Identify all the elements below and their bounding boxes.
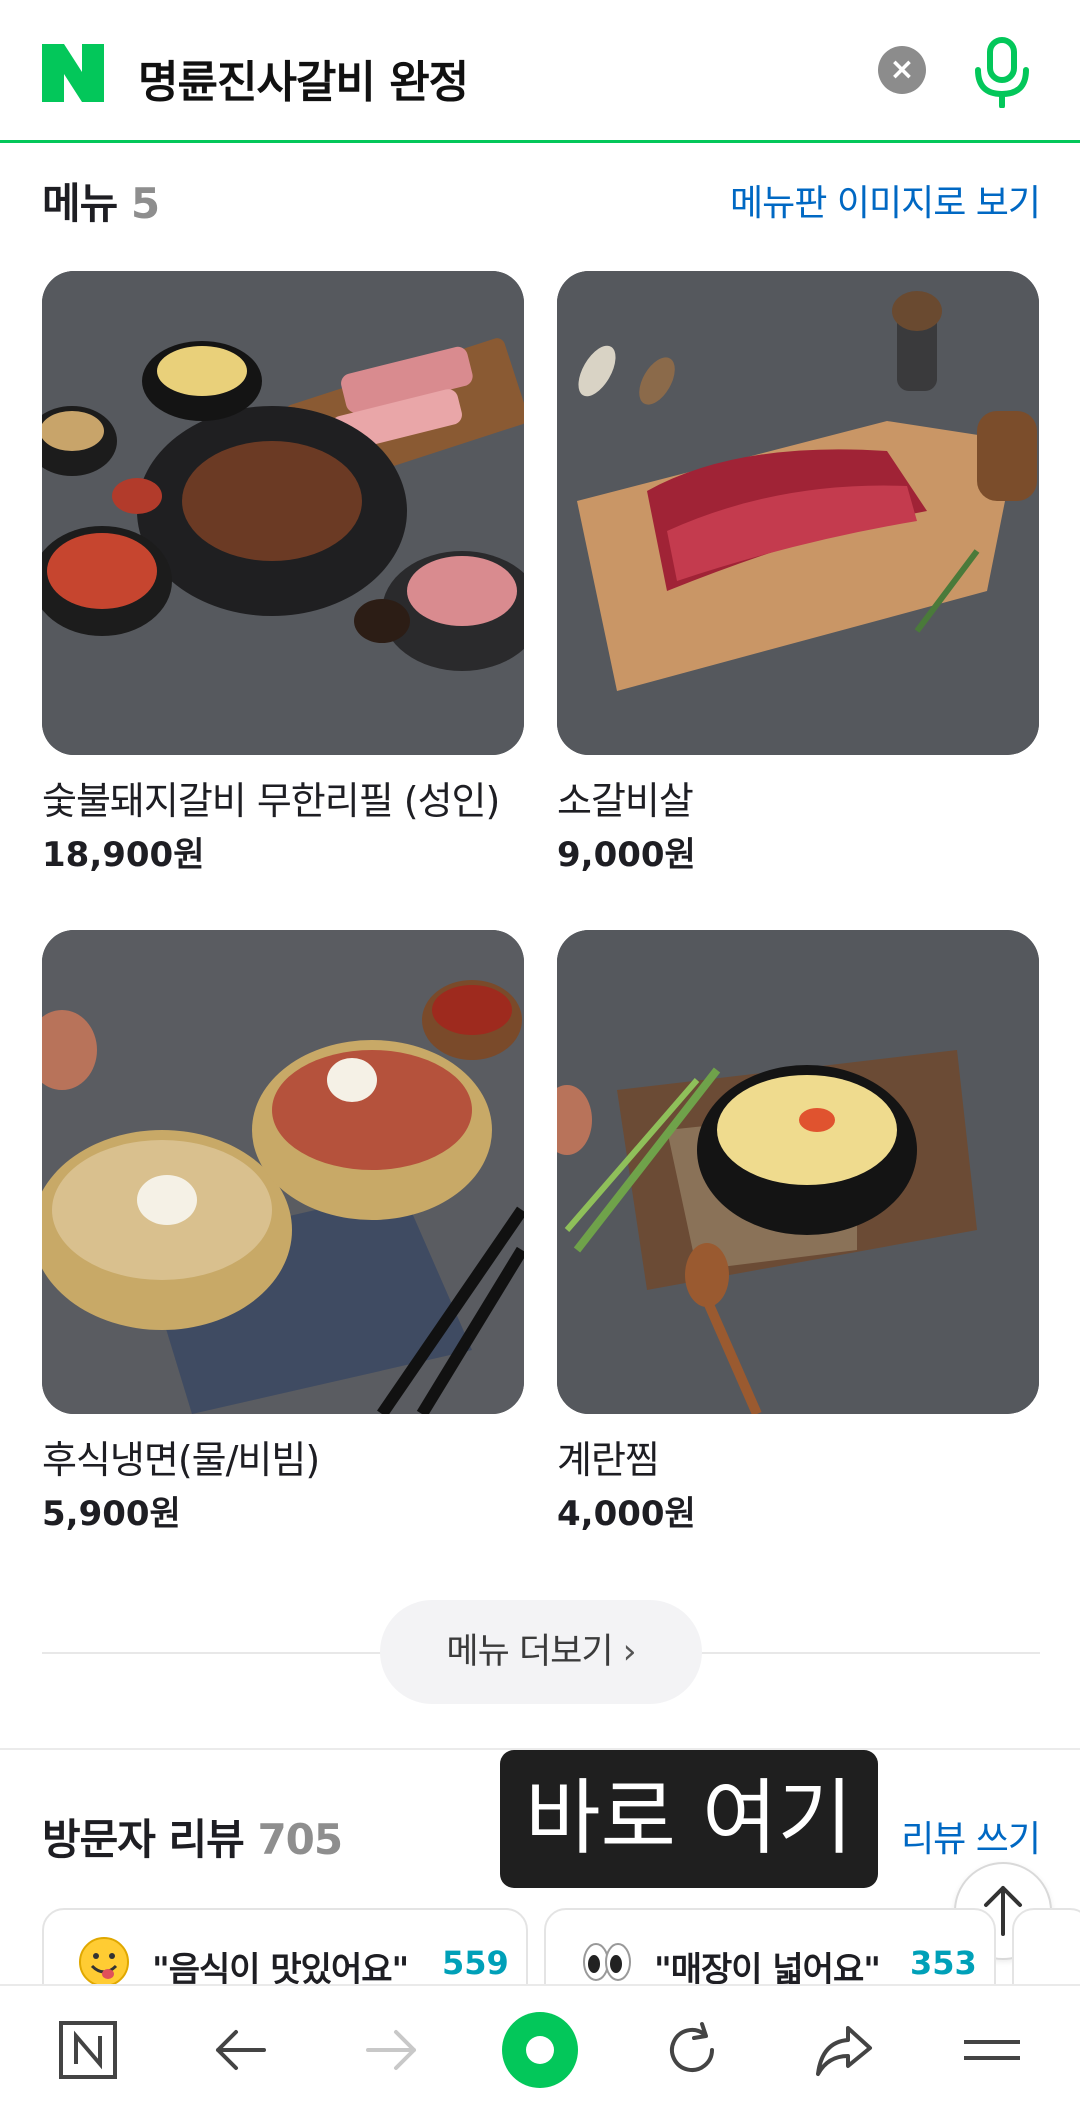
menu-item-price: 4,000원 (557, 1494, 696, 1534)
menu-item-photo[interactable] (42, 930, 524, 1414)
review-section-title: 방문자 리뷰 705 (42, 1806, 343, 1867)
review-keyword-count: 353 (910, 1944, 977, 1982)
menu-item-price: 18,900원 (42, 835, 205, 875)
green-dot-icon (502, 2012, 578, 2088)
menu-item-name: 숯불돼지갈비 무한리필 (성인) (42, 779, 500, 823)
view-menu-image-link[interactable]: 메뉴판 이미지로 보기 (730, 174, 1041, 226)
menu-item-name: 계란찜 (557, 1438, 660, 1482)
search-input[interactable]: 명륜진사갈비 완정 (138, 46, 469, 110)
more-menu-label: 메뉴 더보기 (446, 1632, 613, 1672)
menu-section-title: 메뉴 5 (42, 170, 160, 231)
menu-item-name: 소갈비살 (557, 779, 694, 823)
search-header: 명륜진사갈비 완정 × (0, 0, 1080, 143)
menu-card[interactable]: 후식냉면(물/비빔) 5,900원 (42, 930, 524, 1536)
naver-home-button[interactable] (38, 1986, 138, 2114)
forward-arrow-icon (366, 2030, 416, 2070)
microphone-icon[interactable] (970, 36, 1034, 108)
refresh-icon (670, 2022, 714, 2072)
menu-item-price: 9,000원 (557, 835, 696, 875)
share-button[interactable] (794, 1986, 894, 2114)
smiley-tongue-icon (79, 1937, 129, 1987)
review-title: 방문자 리뷰 (42, 1815, 245, 1864)
menu-item-photo[interactable] (557, 930, 1039, 1414)
menu-item-name: 후식냉면(물/비빔) (42, 1438, 320, 1482)
share-icon (816, 2026, 872, 2076)
menu-item-photo[interactable] (42, 271, 524, 755)
more-menu-button[interactable]: 메뉴 더보기 › (380, 1600, 702, 1704)
bottom-navigation-bar (0, 1984, 1080, 2114)
forward-button[interactable] (342, 1986, 442, 2114)
chevron-right-icon: › (622, 1632, 637, 1672)
back-arrow-icon (216, 2030, 266, 2070)
overlay-label: 바로 여기 (500, 1750, 878, 1888)
naver-home-icon (59, 2021, 117, 2079)
review-count: 705 (257, 1815, 343, 1864)
clear-search-button[interactable]: × (878, 46, 926, 94)
eyes-icon (583, 1943, 631, 1981)
menu-card[interactable]: 계란찜 4,000원 (557, 930, 1039, 1536)
write-review-link[interactable]: 리뷰 쓰기 (901, 1810, 1041, 1862)
menu-count: 5 (130, 179, 160, 228)
menu-card[interactable]: 숯불돼지갈비 무한리필 (성인) 18,900원 (42, 271, 524, 877)
menu-title: 메뉴 (42, 179, 118, 228)
back-button[interactable] (190, 1986, 290, 2114)
menu-item-photo[interactable] (557, 271, 1039, 755)
menu-button[interactable] (942, 1986, 1042, 2114)
refresh-button[interactable] (642, 1986, 742, 2114)
menu-item-price: 5,900원 (42, 1494, 181, 1534)
menu-icon (964, 2040, 1020, 2060)
naver-logo-icon[interactable] (42, 44, 104, 102)
menu-card[interactable]: 소갈비살 9,000원 (557, 271, 1039, 877)
review-keyword-count: 559 (442, 1944, 509, 1982)
green-dot-button[interactable] (490, 1986, 590, 2114)
